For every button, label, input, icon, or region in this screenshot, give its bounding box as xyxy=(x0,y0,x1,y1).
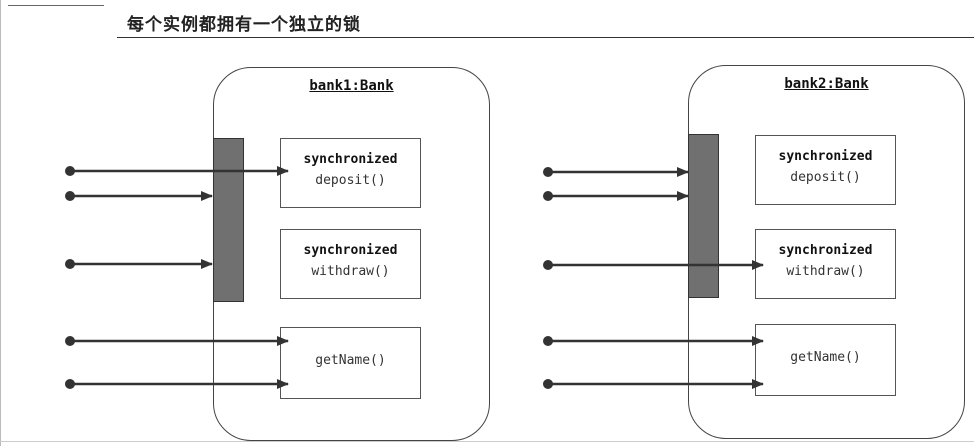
method-getname-bank1: getName() xyxy=(280,327,421,399)
object-title: bank1:Bank xyxy=(309,78,394,94)
method-modifier: synchronized xyxy=(778,149,873,164)
method-name: deposit() xyxy=(315,173,386,188)
method-name: withdraw() xyxy=(311,264,390,279)
lock-bar-bank2 xyxy=(688,134,719,298)
method-deposit-bank2: synchronized deposit() xyxy=(755,135,896,205)
method-name: getName() xyxy=(790,350,861,365)
corner-mark xyxy=(8,5,104,6)
thread-arrow xyxy=(543,191,689,201)
thread-arrow xyxy=(65,191,213,201)
object-title: bank2:Bank xyxy=(784,76,869,92)
left-edge xyxy=(0,0,1,446)
method-modifier: synchronized xyxy=(303,152,398,167)
method-getname-bank2: getName() xyxy=(755,324,896,396)
method-name: deposit() xyxy=(790,170,861,185)
title-rule xyxy=(117,37,974,38)
method-modifier: synchronized xyxy=(778,243,873,258)
method-withdraw-bank2: synchronized withdraw() xyxy=(755,229,896,299)
method-name: getName() xyxy=(315,353,386,368)
method-deposit-bank1: synchronized deposit() xyxy=(280,138,421,208)
method-modifier: synchronized xyxy=(303,243,398,258)
lock-bar-bank1 xyxy=(213,138,244,302)
thread-arrow xyxy=(65,259,213,269)
thread-arrow xyxy=(543,167,689,177)
method-name: withdraw() xyxy=(786,264,865,279)
page-title: 每个实例都拥有一个独立的锁 xyxy=(127,15,361,35)
method-withdraw-bank1: synchronized withdraw() xyxy=(280,229,421,299)
bottom-edge xyxy=(0,441,974,442)
